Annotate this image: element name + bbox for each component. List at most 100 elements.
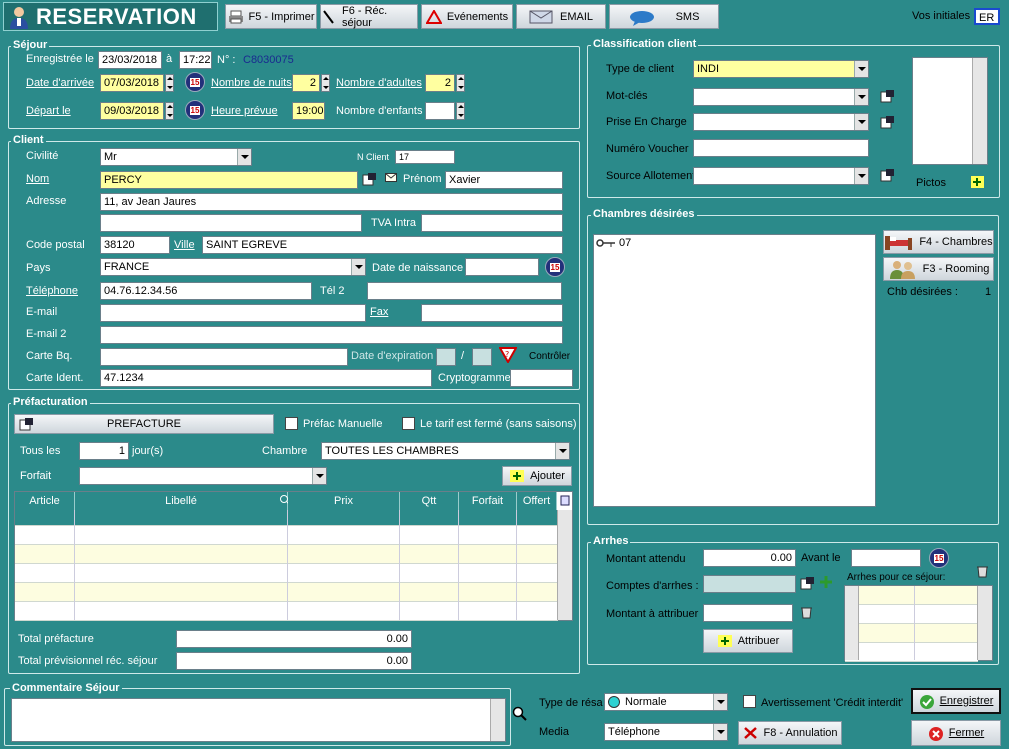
shield-warning-icon[interactable]: ? — [498, 347, 518, 365]
allotment-select[interactable] — [693, 167, 869, 185]
address-line2-input[interactable] — [100, 214, 362, 232]
column-prix[interactable]: Prix — [288, 492, 400, 510]
column-libelle[interactable]: Libellé — [75, 492, 288, 510]
edit-icon[interactable] — [880, 89, 895, 103]
adults-input[interactable]: 2 — [425, 74, 455, 92]
expiration-month[interactable] — [436, 348, 456, 366]
assign-input[interactable] — [703, 604, 793, 622]
events-button[interactable]: Evénements — [421, 4, 513, 29]
trash-icon[interactable] — [975, 564, 990, 578]
pictos-list[interactable] — [912, 57, 988, 165]
city-input[interactable]: SAINT EGREVE — [202, 236, 563, 254]
email-button[interactable]: EMAIL — [516, 4, 606, 29]
card-input[interactable] — [100, 348, 348, 366]
prefacture-button[interactable]: PREFACTURE — [14, 414, 274, 434]
bed-icon — [884, 232, 914, 252]
list-item[interactable]: 07 — [596, 237, 631, 249]
crypto-input[interactable] — [510, 369, 573, 387]
cancel-button[interactable]: F8 - Annulation — [738, 721, 842, 745]
edit-icon[interactable] — [800, 576, 815, 590]
trash-icon[interactable] — [799, 605, 814, 619]
country-select[interactable]: FRANCE — [100, 258, 366, 276]
save-button[interactable]: Enregistrer — [911, 688, 1001, 714]
postal-input[interactable]: 38120 — [100, 236, 170, 254]
arrival-spinner[interactable] — [165, 74, 174, 92]
edit-icon[interactable] — [880, 168, 895, 182]
id-card-input[interactable]: 47.1234 — [100, 369, 432, 387]
comment-scrollbar[interactable] — [490, 699, 505, 741]
before-calendar-icon[interactable]: 15 — [929, 548, 949, 568]
civility-select[interactable]: Mr — [100, 148, 252, 166]
room-select[interactable]: TOUTES LES CHAMBRES — [321, 442, 570, 460]
column-qtt[interactable]: Qtt — [400, 492, 459, 510]
expiration-year[interactable] — [472, 348, 492, 366]
before-input[interactable] — [851, 549, 921, 567]
stay-arrhes-list[interactable] — [844, 585, 993, 662]
email2-input[interactable] — [100, 326, 563, 344]
add-button[interactable]: Ajouter — [502, 466, 572, 486]
rooms-button[interactable]: F4 - Chambres — [883, 230, 994, 254]
tva-input[interactable] — [421, 214, 563, 232]
address-line1-input[interactable]: 11, av Jean Jaures — [100, 193, 563, 211]
every-input[interactable]: 1 — [79, 442, 129, 460]
keywords-select[interactable] — [693, 88, 869, 106]
phone-input[interactable]: 04.76.12.34.56 — [100, 282, 312, 300]
delete-column-icon[interactable] — [557, 494, 572, 508]
support-select[interactable] — [693, 113, 869, 131]
plus-icon[interactable] — [818, 575, 833, 589]
table-row[interactable] — [845, 586, 978, 605]
stay-receipt-button[interactable]: F6 - Réc. séjour — [320, 4, 418, 29]
client-type-select[interactable]: INDI — [693, 60, 869, 78]
envelope-small-icon[interactable] — [383, 173, 398, 187]
birth-input[interactable] — [465, 258, 539, 276]
column-offert[interactable]: Offert — [517, 492, 557, 510]
control-label[interactable]: Contrôler — [529, 351, 570, 362]
print-button[interactable]: F5 - Imprimer — [225, 4, 317, 29]
package-select[interactable] — [79, 467, 327, 485]
edit-icon[interactable] — [362, 172, 377, 186]
add-picto-icon[interactable] — [970, 175, 985, 189]
credit-warning-checkbox[interactable] — [743, 695, 756, 708]
children-input[interactable] — [425, 102, 455, 120]
email-input[interactable] — [100, 304, 366, 322]
firstname-input[interactable]: Xavier — [445, 171, 563, 189]
table-row[interactable] — [845, 643, 978, 662]
adults-spinner[interactable] — [456, 74, 465, 92]
children-spinner[interactable] — [456, 102, 465, 120]
fixed-rate-checkbox[interactable] — [402, 417, 415, 430]
close-button[interactable]: Fermer — [911, 720, 1001, 746]
table-row[interactable] — [845, 624, 978, 643]
nights-spinner[interactable] — [321, 74, 330, 92]
assign-button[interactable]: Attribuer — [703, 629, 793, 653]
edit-icon[interactable] — [880, 115, 895, 129]
time-input[interactable]: 19:00 — [292, 102, 325, 120]
column-article[interactable]: Article — [15, 492, 75, 510]
departure-date-input[interactable]: 09/03/2018 — [100, 102, 164, 120]
search-icon[interactable] — [512, 706, 527, 721]
voucher-input[interactable] — [693, 139, 869, 157]
nights-input[interactable]: 2 — [292, 74, 320, 92]
manual-checkbox[interactable] — [285, 417, 298, 430]
arrhes-scrollbar[interactable] — [977, 586, 992, 660]
departure-spinner[interactable] — [165, 102, 174, 120]
rooms-list[interactable]: 07 — [593, 234, 876, 507]
arrival-calendar-icon[interactable]: 15 — [185, 72, 205, 92]
table-row[interactable] — [845, 605, 978, 624]
media-select[interactable]: Téléphone — [604, 723, 728, 741]
name-input[interactable]: PERCY — [100, 171, 358, 189]
prefacture-grid[interactable]: Article Libellé Prix Qtt Forfait Offert — [14, 491, 573, 621]
initials-field[interactable]: ER — [974, 8, 1000, 25]
reservation-type-select[interactable]: Normale — [604, 693, 728, 711]
sms-button[interactable]: SMS — [609, 4, 719, 29]
pictos-scrollbar[interactable] — [972, 58, 987, 164]
comment-textarea[interactable] — [11, 698, 506, 742]
grid-scrollbar[interactable] — [557, 510, 572, 620]
arrival-date-input[interactable]: 07/03/2018 — [100, 74, 164, 92]
column-forfait[interactable]: Forfait — [459, 492, 517, 510]
expected-input[interactable]: 0.00 — [703, 549, 796, 567]
birth-calendar-icon[interactable]: 15 — [545, 257, 565, 277]
fax-input[interactable] — [421, 304, 563, 322]
departure-calendar-icon[interactable]: 15 — [185, 100, 205, 120]
phone2-input[interactable] — [367, 282, 562, 300]
rooming-button[interactable]: F3 - Rooming — [883, 257, 994, 281]
